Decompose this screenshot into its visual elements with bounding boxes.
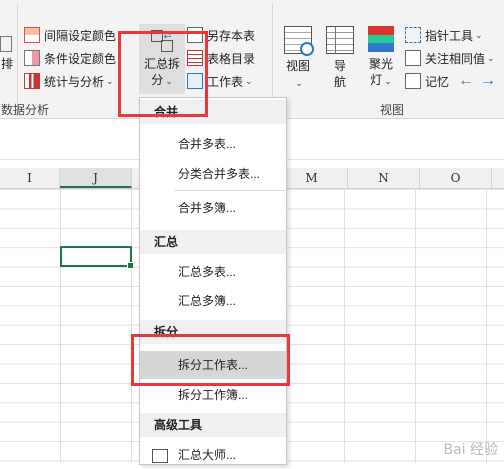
chevron-down-icon: ⌄ [106, 75, 114, 86]
summarize-split-menu: 合并 合并多表... 分类合并多表... 合并多簿... 汇总 汇总多表... … [139, 97, 287, 465]
menu-section-summarize: 汇总 [140, 230, 286, 254]
worksheet-icon [187, 73, 203, 89]
partial-button-label: 排 [0, 57, 13, 71]
summarize-split-label-1: 汇总拆 [143, 57, 180, 71]
memory-icon [405, 73, 421, 89]
forward-arrow-button[interactable]: → [480, 71, 496, 91]
save-sheet-icon [187, 27, 203, 43]
table-directory-button[interactable]: 表格目录 [187, 48, 255, 68]
group-label-data-analysis: 数据分析 [1, 103, 50, 117]
table-directory-icon [187, 50, 203, 66]
save-sheet-label: 另存本表 [207, 28, 256, 43]
same-value-label: 关注相同值 [425, 51, 486, 66]
column-letter: M [305, 171, 318, 185]
interval-color-label: 间隔设定颜色 [44, 28, 117, 43]
memory-label: 记忆 [425, 74, 450, 89]
partial-ribbon-button[interactable]: 排 [0, 36, 14, 72]
navigation-button[interactable]: 导 航 [324, 26, 356, 90]
menu-item-summarize-sheets[interactable]: 汇总多表... [140, 258, 286, 286]
statistics-icon [24, 73, 40, 89]
statistics-button[interactable]: 统计与分析 ⌄ [24, 71, 114, 91]
menu-item-category-merge[interactable]: 分类合并多表... [140, 160, 286, 188]
navigation-icon [326, 26, 354, 54]
column-letter: J [93, 171, 98, 185]
chevron-down-icon: ⌄ [475, 29, 483, 40]
pointer-tool-button[interactable]: 指针工具 ⌄ [405, 25, 483, 45]
table-directory-label: 表格目录 [207, 51, 256, 66]
grid-color-icon [24, 27, 40, 43]
pointer-tool-label: 指针工具 [425, 28, 474, 43]
menu-section-merge: 合并 [140, 100, 286, 124]
menu-item-summary-master[interactable]: 汇总大师... [140, 441, 286, 469]
summary-master-icon [152, 448, 168, 463]
summarize-split-button[interactable]: ⇄ 汇总拆 分 ⌄ [139, 24, 185, 94]
view-button[interactable]: 视图 ⌄ [280, 26, 316, 91]
navigation-label-2: 航 [333, 75, 346, 89]
menu-item-merge-sheets[interactable]: 合并多表... [140, 130, 286, 158]
interval-color-button[interactable]: 间隔设定颜色 [24, 25, 116, 45]
conditional-color-button[interactable]: 条件设定颜色 [24, 48, 116, 68]
menu-separator [174, 190, 286, 191]
chevron-down-icon: ⌄ [487, 52, 495, 63]
memory-button[interactable]: 记忆 [405, 71, 449, 91]
statistics-label: 统计与分析 [44, 74, 105, 89]
view-icon [284, 26, 314, 56]
chevron-down-icon: ⌄ [245, 75, 253, 86]
save-sheet-button[interactable]: 另存本表 [187, 25, 255, 45]
right-arrow-icon: → [480, 72, 496, 89]
spotlight-label-1: 聚光 [368, 57, 393, 71]
summarize-split-label-2: 分 ⌄ [151, 73, 173, 87]
spotlight-label-2: 灯 ⌄ [370, 73, 392, 87]
menu-item-summarize-books[interactable]: 汇总多簿... [140, 287, 286, 315]
worksheet-button[interactable]: 工作表 ⌄ [187, 71, 253, 91]
menu-item-split-book[interactable]: 拆分工作簿... [140, 381, 286, 409]
back-arrow-button[interactable]: ← [458, 71, 474, 91]
conditional-color-icon [24, 50, 40, 66]
left-arrow-icon: ← [458, 72, 474, 89]
conditional-color-label: 条件设定颜色 [44, 51, 117, 66]
menu-item-merge-books[interactable]: 合并多簿... [140, 194, 286, 222]
same-value-button[interactable]: 关注相同值 ⌄ [405, 48, 495, 68]
view-label: 视图 [285, 59, 310, 73]
same-value-icon [405, 50, 421, 66]
spotlight-icon [368, 26, 394, 52]
column-header-selected[interactable]: J [60, 168, 132, 188]
summary-master-label: 汇总大师... [178, 448, 237, 462]
summarize-split-icon: ⇄ [151, 30, 173, 52]
worksheet-label: 工作表 [207, 74, 244, 89]
column-header[interactable]: O [420, 168, 492, 188]
spotlight-button[interactable]: 聚光 灯 ⌄ [362, 26, 400, 89]
selected-cell[interactable] [60, 246, 134, 269]
pointer-tool-icon [405, 27, 421, 43]
menu-section-advanced: 高级工具 [140, 413, 286, 437]
column-header[interactable]: N [348, 168, 420, 188]
view-label-2: ⌄ [295, 78, 303, 88]
column-header[interactable]: I [0, 168, 60, 188]
watermark: Bai 经验 [443, 442, 498, 458]
group-label-view: 视图 [380, 103, 405, 117]
column-letter: I [27, 171, 32, 185]
column-letter: N [378, 171, 389, 185]
menu-section-split: 拆分 [140, 320, 286, 344]
menu-item-split-sheet[interactable]: 拆分工作表... [140, 351, 286, 379]
column-letter: O [450, 171, 461, 185]
navigation-label-1: 导 [333, 59, 346, 73]
